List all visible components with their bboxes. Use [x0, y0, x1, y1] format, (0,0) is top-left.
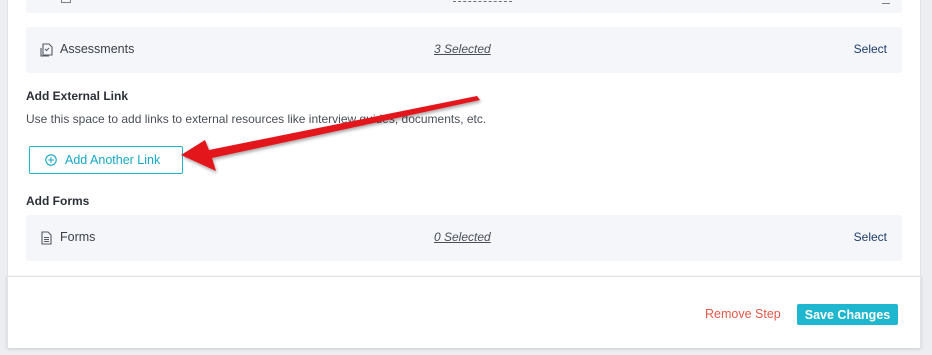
- forms-row: Forms 0 Selected Select: [26, 215, 902, 261]
- plus-circle-icon: [45, 154, 57, 166]
- form-doc-icon: [41, 231, 52, 245]
- assessments-selected-count[interactable]: 3 Selected: [434, 42, 491, 56]
- chevron-icon[interactable]: [882, 0, 890, 4]
- assessments-row: Assessments 3 Selected Select: [26, 27, 902, 73]
- assessments-select-link[interactable]: Select: [854, 42, 887, 56]
- previous-row: [26, 0, 902, 13]
- assessments-label: Assessments: [60, 42, 135, 56]
- external-link-title: Add External Link: [26, 89, 129, 103]
- forms-title: Add Forms: [26, 194, 90, 208]
- save-changes-button[interactable]: Save Changes: [797, 304, 898, 325]
- forms-label: Forms: [60, 230, 96, 244]
- add-another-link-label: Add Another Link: [65, 153, 161, 167]
- external-link-description: Use this space to add links to external …: [26, 112, 487, 126]
- assessment-doc-icon: [40, 43, 53, 57]
- previous-row-selection[interactable]: [453, 1, 512, 2]
- document-icon: [61, 0, 71, 3]
- remove-step-button[interactable]: Remove Step: [705, 307, 781, 321]
- forms-select-link[interactable]: Select: [854, 230, 887, 244]
- forms-selected-count[interactable]: 0 Selected: [434, 230, 491, 244]
- step-footer: Remove Step Save Changes: [7, 276, 921, 348]
- step-editor-panel: Assessments 3 Selected Select Add Extern…: [7, 0, 921, 276]
- add-another-link-button[interactable]: Add Another Link: [29, 146, 183, 174]
